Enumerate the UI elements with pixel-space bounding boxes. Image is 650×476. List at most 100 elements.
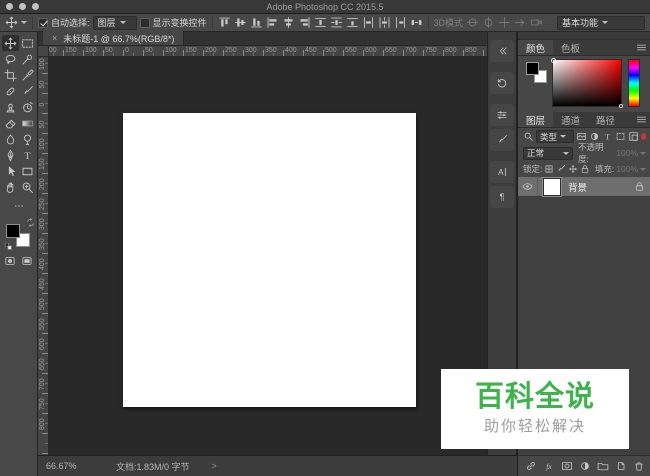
auto-select-target-dropdown[interactable]: 图层 <box>93 16 137 30</box>
panel-menu-icon[interactable] <box>636 114 647 125</box>
canvas[interactable] <box>123 113 416 407</box>
new-layer-icon[interactable] <box>615 460 627 472</box>
distribute-bottom-edges-icon[interactable] <box>346 16 359 29</box>
default-colors-icon[interactable] <box>4 242 13 251</box>
align-bottom-edges-icon[interactable] <box>250 16 263 29</box>
distribute-left-edges-icon[interactable] <box>362 16 375 29</box>
shape-tool[interactable] <box>19 163 36 179</box>
auto-select-checkbox[interactable] <box>38 18 48 28</box>
clone-stamp-tool[interactable] <box>2 99 19 115</box>
tab-paths[interactable]: 路径 <box>588 112 623 127</box>
type-tool[interactable]: T <box>19 147 36 163</box>
path-select-tool[interactable] <box>2 163 19 179</box>
expand-dock-button[interactable] <box>490 40 514 62</box>
fill-value[interactable]: 100% <box>616 164 638 174</box>
tab-layers[interactable]: 图层 <box>518 112 553 127</box>
paragraph-panel-button[interactable]: ¶ <box>490 186 514 208</box>
zoom-window-button[interactable] <box>32 3 39 10</box>
3d-roll-icon[interactable] <box>482 16 495 29</box>
character-panel-button[interactable]: A <box>490 161 514 183</box>
foreground-color-swatch[interactable] <box>6 224 20 238</box>
lock-transparent-pixels-icon[interactable] <box>544 164 554 174</box>
tab-color[interactable]: 颜色 <box>518 40 553 55</box>
hue-slider[interactable] <box>628 59 640 107</box>
lock-all-icon[interactable] <box>580 164 590 174</box>
dodge-tool[interactable] <box>19 131 36 147</box>
zoom-tool[interactable] <box>19 179 36 195</box>
zoom-level-field[interactable]: 66.67% <box>46 461 108 471</box>
link-layers-icon[interactable] <box>525 460 537 472</box>
vertical-ruler[interactable]: 1005005010015020025030035040045050055060… <box>38 57 49 455</box>
gradient-tool[interactable] <box>19 115 36 131</box>
delete-layer-icon[interactable] <box>633 460 645 472</box>
layer-filter-toggle-icon[interactable] <box>641 133 646 140</box>
pen-tool[interactable] <box>2 147 19 163</box>
3d-orbit-icon[interactable] <box>466 16 479 29</box>
workspace-dropdown[interactable]: 基本功能 <box>557 16 645 30</box>
lock-image-pixels-icon[interactable] <box>556 164 566 174</box>
foreground-color-swatch[interactable] <box>526 62 539 75</box>
tool-preset-caret-icon[interactable] <box>21 21 27 24</box>
new-adjustment-layer-icon[interactable] <box>579 460 591 472</box>
tab-swatches[interactable]: 色板 <box>553 40 588 55</box>
quick-select-tool[interactable] <box>19 51 36 67</box>
filter-smart-objects-icon[interactable] <box>628 131 639 142</box>
eraser-tool[interactable] <box>2 115 19 131</box>
lasso-tool[interactable] <box>2 51 19 67</box>
ruler-label: 450 <box>39 279 46 290</box>
layer-row[interactable]: 背景 <box>518 177 650 197</box>
properties-panel-button[interactable] <box>490 104 514 126</box>
screen-mode-icon[interactable] <box>21 255 33 267</box>
align-vertical-centers-icon[interactable] <box>234 16 247 29</box>
blur-tool[interactable] <box>2 131 19 147</box>
move-tool-icon <box>4 37 17 50</box>
eyedropper-tool[interactable] <box>19 67 36 83</box>
pasteboard[interactable] <box>49 57 487 455</box>
horizontal-ruler[interactable]: 2001501005005010015020025030035040045050… <box>49 46 487 57</box>
layer-visibility-toggle[interactable] <box>518 177 538 196</box>
minimize-window-button[interactable] <box>19 3 26 10</box>
crop-tool[interactable] <box>2 67 19 83</box>
lock-position-icon[interactable] <box>568 164 578 174</box>
close-document-icon[interactable]: × <box>52 34 57 43</box>
add-layer-mask-icon[interactable] <box>561 460 573 472</box>
distribute-horizontal-centers-icon[interactable] <box>378 16 391 29</box>
status-more-button[interactable]: > <box>212 461 217 471</box>
layer-effects-icon[interactable]: fx <box>543 460 555 472</box>
distribute-spacing-icon[interactable] <box>410 16 423 29</box>
opacity-value[interactable]: 100% <box>616 148 638 158</box>
quick-mask-mode-icon[interactable] <box>4 255 16 267</box>
align-right-edges-icon[interactable] <box>298 16 311 29</box>
document-tab[interactable]: × 未标题-1 @ 66.7%(RGB/8*) <box>43 31 184 45</box>
move-tool[interactable] <box>2 35 19 51</box>
distribute-top-edges-icon[interactable] <box>314 16 327 29</box>
distribute-right-edges-icon[interactable] <box>394 16 407 29</box>
separator <box>212 16 213 29</box>
blend-mode-dropdown[interactable]: 正常 <box>523 147 573 160</box>
edit-toolbar-ellipsis-icon[interactable] <box>14 201 24 211</box>
tab-channels[interactable]: 通道 <box>553 112 588 127</box>
swap-colors-icon[interactable] <box>26 218 35 227</box>
close-window-button[interactable] <box>6 3 13 10</box>
layer-filter-kind-dropdown[interactable]: 类型 <box>536 130 574 143</box>
healing-brush-tool[interactable] <box>2 83 19 99</box>
align-left-edges-icon[interactable] <box>266 16 279 29</box>
3d-camera-icon[interactable] <box>530 16 543 29</box>
3d-pan-icon[interactable] <box>498 16 511 29</box>
hand-tool[interactable] <box>2 179 19 195</box>
layer-thumbnail[interactable] <box>543 178 561 196</box>
align-horizontal-centers-icon[interactable] <box>282 16 295 29</box>
3d-slide-icon[interactable] <box>514 16 527 29</box>
distribute-vertical-centers-icon[interactable] <box>330 16 343 29</box>
new-group-icon[interactable] <box>597 460 609 472</box>
align-top-edges-icon[interactable] <box>218 16 231 29</box>
filter-shape-layers-icon[interactable] <box>615 131 626 142</box>
show-transform-controls-checkbox[interactable] <box>140 18 150 28</box>
history-brush-tool[interactable] <box>19 99 36 115</box>
history-panel-button[interactable] <box>490 72 514 94</box>
panel-menu-icon[interactable] <box>636 42 647 53</box>
brushes-panel-button[interactable] <box>490 129 514 151</box>
brush-tool[interactable] <box>19 83 36 99</box>
saturation-brightness-field[interactable] <box>552 59 622 107</box>
marquee-tool[interactable] <box>19 35 36 51</box>
